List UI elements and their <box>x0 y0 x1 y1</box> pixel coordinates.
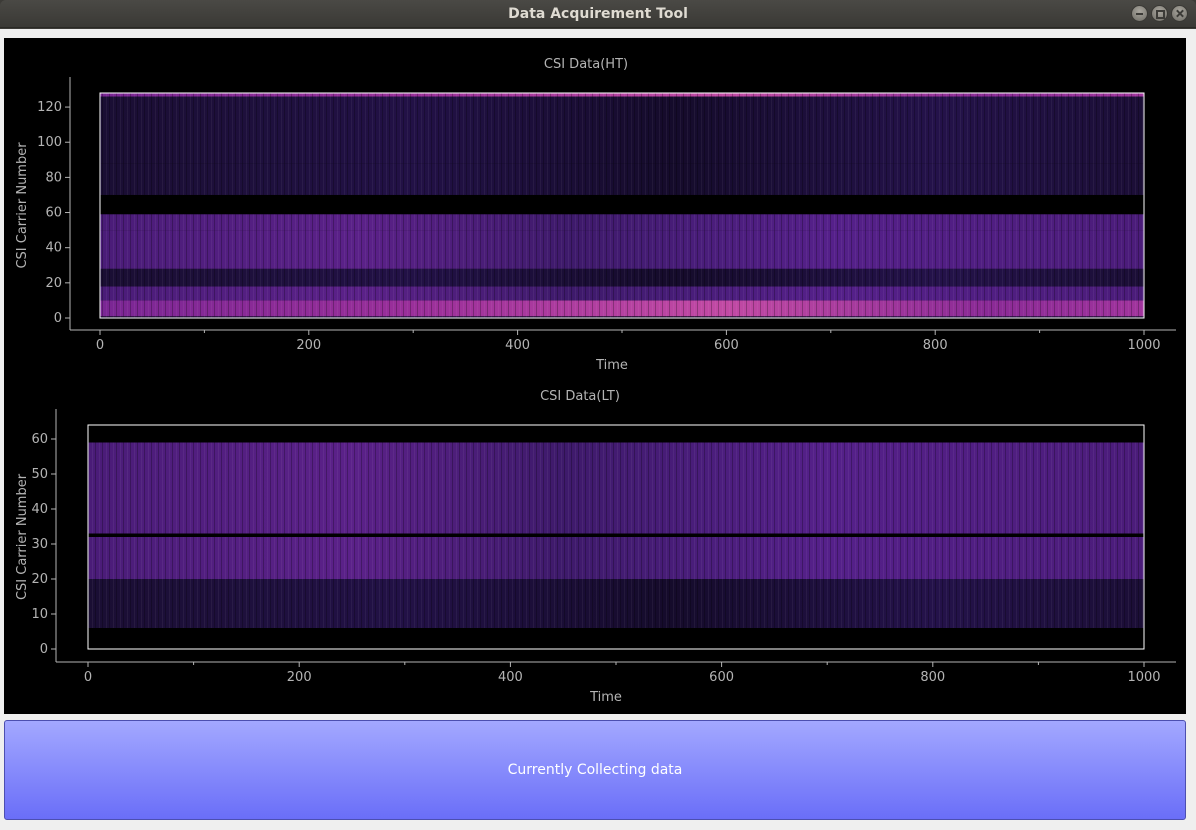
x-tick-label: 200 <box>287 670 312 685</box>
y-tick-label: 20 <box>45 276 62 291</box>
main-window: CSI Data(HT) 0 200 400 600 800 1000 0 20 40 60 80 10… <box>0 29 1196 830</box>
plot-canvas: CSI Data(HT) 0 200 400 600 800 1000 0 20 40 60 80 10… <box>4 38 1186 714</box>
y-tick-label: 30 <box>31 537 48 552</box>
y-tick-label: 0 <box>54 311 62 326</box>
y-tick-label: 20 <box>31 572 48 587</box>
heatmap-band-texture <box>100 300 1144 317</box>
heatmap-band-texture <box>88 442 1144 534</box>
x-axis-label: Time <box>589 690 622 705</box>
heatmap-band-texture <box>100 214 1144 231</box>
heatmap-band-texture <box>88 537 1144 579</box>
y-tick-label: 60 <box>31 432 48 447</box>
x-tick-label: 400 <box>505 338 530 353</box>
x-tick-label: 400 <box>498 670 523 685</box>
heatmap-chart-1: CSI Data(HT) 0 200 400 600 800 1000 0 20 40 60 80 10… <box>15 57 1176 373</box>
x-tick-label: 0 <box>84 670 92 685</box>
x-tick-label: 1000 <box>1127 338 1160 353</box>
maximize-icon <box>1152 6 1167 21</box>
x-tick-label: 600 <box>714 338 739 353</box>
close-icon <box>1172 6 1187 21</box>
window-titlebar[interactable]: Data Acquirement Tool <box>0 0 1196 28</box>
heatmap-band-texture <box>100 268 1144 287</box>
y-tick-label: 10 <box>31 607 48 622</box>
heatmap-chart-2: CSI Data(LT) 0 200 400 600 800 1000 0 10 20 30 40 50… <box>15 389 1176 705</box>
minimize-button[interactable] <box>1131 5 1148 22</box>
close-button[interactable] <box>1171 5 1188 22</box>
heatmap-band-texture <box>100 96 1144 164</box>
heatmap-band-texture <box>100 93 1144 97</box>
y-tick-label: 100 <box>37 135 62 150</box>
y-tick-label: 0 <box>40 642 48 657</box>
x-tick-label: 600 <box>709 670 734 685</box>
maximize-button[interactable] <box>1151 5 1168 22</box>
heatmap-band-texture <box>100 230 1144 269</box>
collect-data-button[interactable]: Currently Collecting data <box>4 720 1186 820</box>
x-tick-label: 800 <box>923 338 948 353</box>
y-tick-label: 120 <box>37 100 62 115</box>
y-axis-label: CSI Carrier Number <box>15 142 30 269</box>
x-tick-label: 0 <box>96 338 104 353</box>
x-tick-label: 1000 <box>1127 670 1160 685</box>
plots-svg: CSI Data(HT)0 200 400 600 800 100002040608010… <box>15 57 1176 705</box>
heatmap-band-texture <box>100 163 1144 195</box>
y-axis-label: CSI Carrier Number <box>15 473 30 600</box>
y-tick-label: 40 <box>45 241 62 256</box>
window-title: Data Acquirement Tool <box>508 6 688 22</box>
y-tick-label: 60 <box>45 206 62 221</box>
minimize-icon <box>1132 6 1147 21</box>
x-tick-label: 200 <box>296 338 321 353</box>
chart-title: CSI Data(LT) <box>540 389 620 404</box>
y-tick-label: 50 <box>31 467 48 482</box>
heatmap-band-texture <box>100 286 1144 301</box>
window-controls <box>1131 5 1188 22</box>
heatmap-band-texture <box>88 579 1144 628</box>
y-tick-label: 40 <box>31 502 48 517</box>
collect-data-label: Currently Collecting data <box>507 762 683 778</box>
x-tick-label: 800 <box>920 670 945 685</box>
chart-title: CSI Data(HT) <box>544 57 628 72</box>
x-axis-label: Time <box>595 358 628 373</box>
y-tick-label: 80 <box>45 170 62 185</box>
